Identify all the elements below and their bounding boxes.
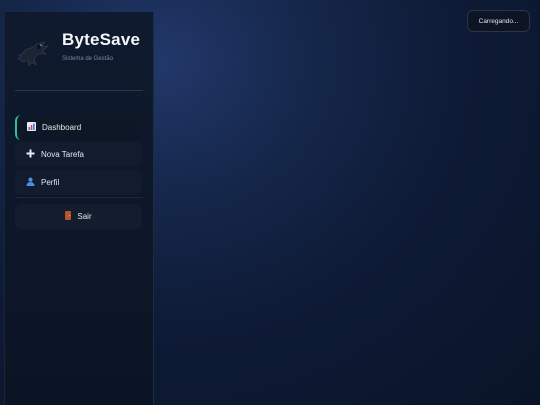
bar-chart-icon: [25, 122, 37, 133]
raptor-logo-icon: [17, 41, 50, 67]
app-title: ByteSave: [62, 30, 141, 49]
sidebar-item-label: Perfil: [41, 178, 60, 187]
sidebar: ByteSave Sistema de Gestão Dashboard Nov…: [4, 12, 154, 405]
sidebar-item-label: Nova Tarefa: [41, 150, 84, 159]
app-subtitle: Sistema de Gestão: [62, 56, 114, 62]
logout-button[interactable]: Sair: [15, 204, 142, 229]
user-icon: [24, 177, 36, 188]
sidebar-item-nova-tarefa[interactable]: Nova Tarefa: [15, 142, 142, 167]
plus-icon: [24, 149, 36, 160]
loading-status-badge: Carregando...: [467, 10, 530, 32]
logout-label: Sair: [77, 212, 92, 221]
divider: [15, 197, 143, 198]
divider: [15, 90, 143, 91]
sidebar-item-dashboard[interactable]: Dashboard: [15, 115, 142, 140]
sidebar-item-label: Dashboard: [42, 123, 82, 132]
brand: ByteSave Sistema de Gestão: [15, 30, 150, 80]
door-icon: [65, 211, 72, 222]
sidebar-item-perfil[interactable]: Perfil: [15, 170, 142, 195]
